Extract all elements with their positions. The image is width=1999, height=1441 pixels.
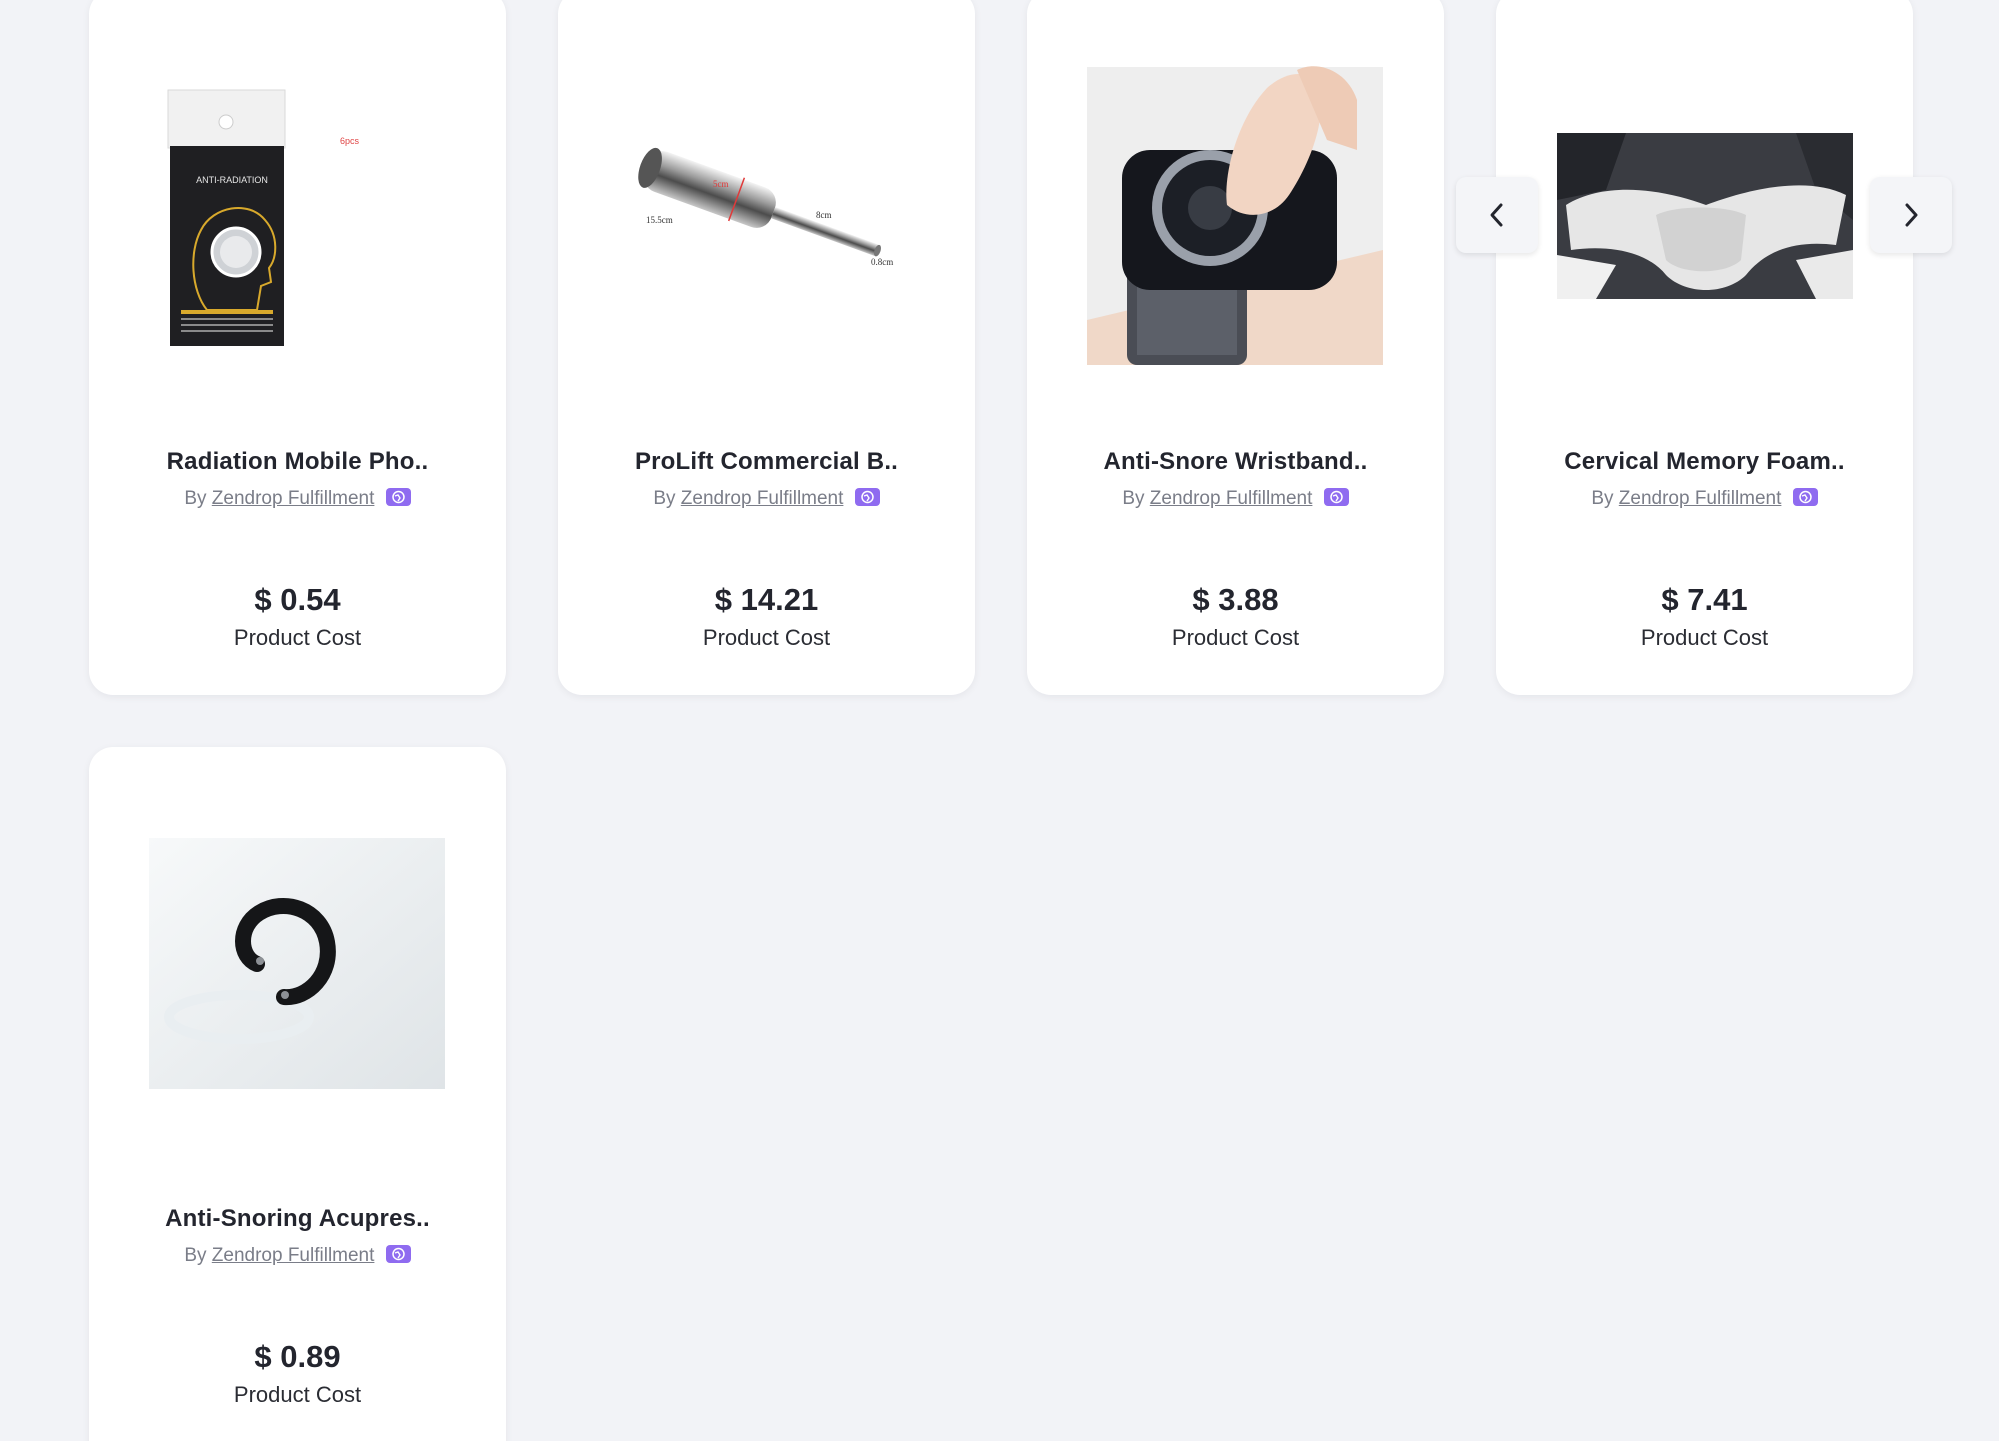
product-image[interactable] bbox=[89, 747, 506, 1177]
seller-link[interactable]: Zendrop Fulfillment bbox=[681, 488, 844, 509]
product-cost-label: Product Cost bbox=[233, 1382, 362, 1407]
product-price: $ 7.41 bbox=[1661, 582, 1748, 617]
count-label: 6pcs bbox=[340, 136, 360, 146]
product-byline: By Zendrop Fulfillment bbox=[89, 1245, 506, 1267]
product-price: $ 0.54 bbox=[254, 582, 341, 617]
dimension-length: 15.5cm bbox=[646, 215, 673, 225]
seller-link[interactable]: Zendrop Fulfillment bbox=[212, 488, 375, 509]
product-cost-label: Product Cost bbox=[233, 625, 362, 650]
product-price: $ 14.21 bbox=[714, 582, 819, 617]
product-card[interactable]: ANTI-RADIATION 6pcs Radiation Mobile Pho… bbox=[89, 0, 506, 695]
verified-badge-icon bbox=[1792, 488, 1818, 506]
product-cost-label: Product Cost bbox=[1171, 625, 1300, 650]
product-card[interactable]: 15.5cm 5cm 8cm 0.8cm ProLift Commercial … bbox=[558, 0, 975, 695]
product-price: $ 0.89 bbox=[254, 1339, 341, 1374]
chevron-left-icon bbox=[1490, 203, 1503, 227]
product-byline: By Zendrop Fulfillment bbox=[558, 488, 975, 510]
product-image[interactable] bbox=[1027, 0, 1444, 420]
dimension-tip: 0.8cm bbox=[871, 257, 893, 267]
product-grid-page: ANTI-RADIATION 6pcs Radiation Mobile Pho… bbox=[0, 0, 1999, 1441]
verified-badge-icon bbox=[385, 1245, 411, 1263]
product-price: $ 3.88 bbox=[1192, 582, 1279, 617]
by-label: By bbox=[1591, 488, 1614, 509]
product-byline: By Zendrop Fulfillment bbox=[1027, 488, 1444, 510]
dimension-rod: 8cm bbox=[816, 210, 832, 220]
verified-badge-icon bbox=[385, 488, 411, 506]
product-card[interactable]: Anti-Snore Wristband.. By Zendrop Fulfil… bbox=[1027, 0, 1444, 695]
product-image[interactable]: 15.5cm 5cm 8cm 0.8cm bbox=[558, 0, 975, 420]
by-label: By bbox=[653, 488, 676, 509]
product-byline: By Zendrop Fulfillment bbox=[1496, 488, 1913, 510]
product-title[interactable]: ProLift Commercial B.. bbox=[558, 448, 975, 476]
product-title[interactable]: Anti-Snore Wristband.. bbox=[1027, 448, 1444, 476]
product-card[interactable]: Anti-Snoring Acupres.. By Zendrop Fulfil… bbox=[89, 747, 506, 1441]
product-byline: By Zendrop Fulfillment bbox=[89, 488, 506, 510]
product-card[interactable]: Cervical Memory Foam.. By Zendrop Fulfil… bbox=[1496, 0, 1913, 695]
seller-link[interactable]: Zendrop Fulfillment bbox=[1150, 488, 1313, 509]
dimension-width: 5cm bbox=[713, 179, 729, 189]
by-label: By bbox=[184, 1245, 207, 1266]
product-image[interactable]: ANTI-RADIATION 6pcs bbox=[89, 0, 506, 420]
seller-link[interactable]: Zendrop Fulfillment bbox=[212, 1245, 375, 1266]
verified-badge-icon bbox=[854, 488, 880, 506]
chevron-right-icon bbox=[1905, 203, 1918, 227]
product-image[interactable] bbox=[1496, 0, 1913, 420]
carousel-prev-button[interactable] bbox=[1456, 177, 1538, 253]
product-title[interactable]: Radiation Mobile Pho.. bbox=[89, 448, 506, 476]
product-title[interactable]: Anti-Snoring Acupres.. bbox=[89, 1205, 506, 1233]
verified-badge-icon bbox=[1323, 488, 1349, 506]
by-label: By bbox=[1122, 488, 1145, 509]
package-label: ANTI-RADIATION bbox=[196, 175, 268, 185]
product-title[interactable]: Cervical Memory Foam.. bbox=[1496, 448, 1913, 476]
product-cost-label: Product Cost bbox=[702, 625, 831, 650]
carousel-next-button[interactable] bbox=[1870, 177, 1952, 253]
seller-link[interactable]: Zendrop Fulfillment bbox=[1619, 488, 1782, 509]
by-label: By bbox=[184, 488, 207, 509]
product-cost-label: Product Cost bbox=[1640, 625, 1769, 650]
